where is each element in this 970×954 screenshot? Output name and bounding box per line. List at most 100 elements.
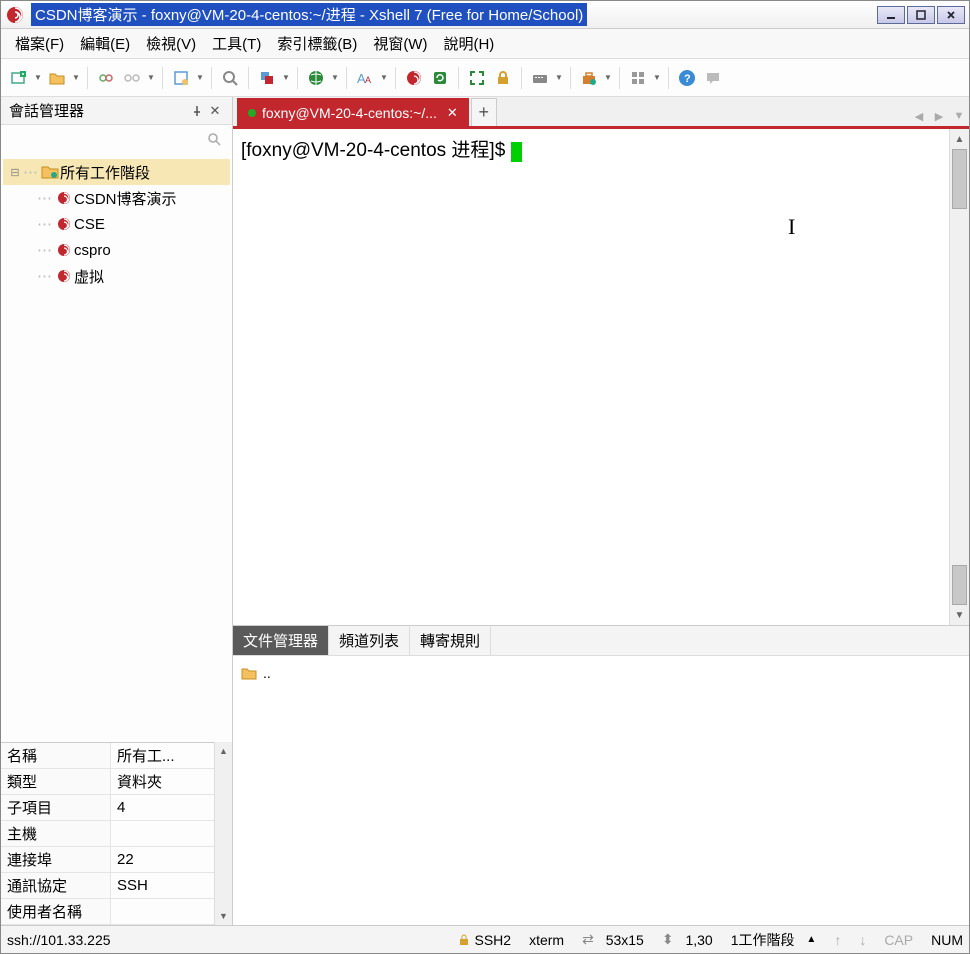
tab-prev-icon[interactable]: ◀: [909, 106, 929, 126]
dropdown-icon[interactable]: ▼: [71, 73, 81, 82]
collapse-icon[interactable]: ⊟: [7, 166, 23, 179]
tab-forwarding[interactable]: 轉寄規則: [410, 626, 491, 655]
dropdown-icon[interactable]: ▼: [195, 73, 205, 82]
pin-icon[interactable]: [188, 102, 206, 120]
dropdown-icon[interactable]: ▼: [146, 73, 156, 82]
dropdown-icon[interactable]: ▼: [379, 73, 389, 82]
font-icon[interactable]: AA: [353, 66, 377, 90]
session-tree[interactable]: ⊟ ⋯ 所有工作階段 ⋯ CSDN博客演示 ⋯ CSE ⋯ cspro: [1, 155, 232, 742]
window-title: CSDN博客演示 - foxny@VM-20-4-centos:~/进程 - X…: [31, 3, 587, 26]
text-cursor-icon: I: [788, 214, 795, 240]
copy-icon[interactable]: [255, 66, 279, 90]
dropdown-icon[interactable]: ▼: [603, 73, 613, 82]
tab-close-icon[interactable]: ✕: [447, 105, 458, 121]
scroll-down-icon[interactable]: ▼: [215, 907, 232, 925]
folder-icon: [40, 163, 60, 181]
menu-bookmarks[interactable]: 索引標籤(B): [269, 30, 365, 57]
new-session-icon[interactable]: [7, 66, 31, 90]
search-toolbar-icon[interactable]: [218, 66, 242, 90]
prop-value: 4: [111, 795, 214, 820]
svg-text:?: ?: [684, 73, 691, 85]
menu-window[interactable]: 視窗(W): [365, 30, 435, 57]
file-manager[interactable]: ..: [233, 655, 969, 925]
prop-value: SSH: [111, 873, 214, 898]
folder-icon: [241, 666, 257, 680]
lock-icon[interactable]: [491, 66, 515, 90]
file-name: ..: [263, 665, 271, 681]
new-tab-button[interactable]: +: [471, 98, 497, 126]
terminal[interactable]: [foxny@VM-20-4-centos 进程]$: [233, 129, 949, 625]
fullscreen-icon[interactable]: [465, 66, 489, 90]
tree-root[interactable]: ⊟ ⋯ 所有工作階段: [3, 159, 230, 185]
prop-row: 子項目4: [1, 795, 214, 821]
prop-value: 22: [111, 847, 214, 872]
chat-icon[interactable]: [701, 66, 725, 90]
menu-help[interactable]: 說明(H): [435, 30, 502, 57]
tab-menu-icon[interactable]: ▼: [949, 106, 969, 126]
tab-active-session[interactable]: foxny@VM-20-4-centos:~/... ✕: [237, 98, 469, 126]
menu-view[interactable]: 檢視(V): [138, 30, 204, 57]
search-icon[interactable]: [206, 131, 224, 149]
tab-label: foxny@VM-20-4-centos:~/...: [262, 105, 437, 121]
scroll-thumb[interactable]: [952, 149, 967, 209]
globe-icon[interactable]: [304, 66, 328, 90]
session-tabs: foxny@VM-20-4-centos:~/... ✕ + ◀ ▶ ▼: [233, 97, 969, 129]
tab-next-icon[interactable]: ▶: [929, 106, 949, 126]
session-item[interactable]: ⋯ 虚拟: [3, 263, 230, 289]
separator: [458, 67, 459, 89]
session-item[interactable]: ⋯ cspro: [3, 237, 230, 263]
status-down-icon: ↓: [859, 932, 866, 948]
properties-grid: 名稱所有工... 類型資料夾 子項目4 主機 連接埠22 通訊協定SSH 使用者…: [1, 742, 232, 925]
menu-tools[interactable]: 工具(T): [204, 30, 269, 57]
separator: [521, 67, 522, 89]
help-icon[interactable]: ?: [675, 66, 699, 90]
tab-file-manager[interactable]: 文件管理器: [233, 626, 329, 655]
menu-edit[interactable]: 編輯(E): [72, 30, 138, 57]
disconnect-icon[interactable]: [120, 66, 144, 90]
open-folder-icon[interactable]: [45, 66, 69, 90]
minimize-button[interactable]: [877, 6, 905, 24]
dropdown-icon[interactable]: ▼: [554, 73, 564, 82]
briefcase-icon[interactable]: [577, 66, 601, 90]
prop-row: 通訊協定SSH: [1, 873, 214, 899]
tab-channel-list[interactable]: 頻道列表: [329, 626, 410, 655]
link-icon[interactable]: [94, 66, 118, 90]
keyboard-icon[interactable]: [528, 66, 552, 90]
scroll-thumb[interactable]: [952, 565, 967, 605]
session-item[interactable]: ⋯ CSE: [3, 211, 230, 237]
properties-scrollbar[interactable]: ▲ ▼: [214, 742, 232, 925]
dropdown-icon[interactable]: ▼: [33, 73, 43, 82]
scroll-up-icon[interactable]: ▲: [950, 129, 969, 149]
lock-small-icon: [458, 934, 470, 946]
session-item[interactable]: ⋯ CSDN博客演示: [3, 185, 230, 211]
refresh-icon[interactable]: [428, 66, 452, 90]
file-up-row[interactable]: ..: [241, 662, 961, 684]
dropdown-icon[interactable]: ▼: [281, 73, 291, 82]
connection-status-icon: [248, 109, 256, 117]
panel-header: 會話管理器 ✕: [1, 97, 232, 125]
terminal-scrollbar[interactable]: ▲ ▼: [949, 129, 969, 625]
status-up-icon: ↑: [834, 932, 841, 948]
panel-close-icon[interactable]: ✕: [206, 102, 224, 120]
menubar: 檔案(F) 編輯(E) 檢視(V) 工具(T) 索引標籤(B) 視窗(W) 說明…: [1, 29, 969, 59]
separator: [395, 67, 396, 89]
prop-row: 連接埠22: [1, 847, 214, 873]
prop-row: 類型資料夾: [1, 769, 214, 795]
statusbar: ssh://101.33.225 SSH2 xterm ⇄ 53x15 ⬍ 1,…: [1, 925, 969, 953]
dropdown-icon[interactable]: ▼: [652, 73, 662, 82]
status-term-type: xterm: [529, 932, 564, 948]
status-sessions[interactable]: 1工作階段 ▲: [731, 930, 817, 950]
toolbar: ▼ ▼ ▼ ▼ ▼ ▼ AA ▼ ▼ ▼ ▼ ?: [1, 59, 969, 97]
grid-icon[interactable]: [626, 66, 650, 90]
properties-icon[interactable]: [169, 66, 193, 90]
scroll-down-icon[interactable]: ▼: [950, 605, 969, 625]
scroll-up-icon[interactable]: ▲: [215, 742, 232, 760]
menu-file[interactable]: 檔案(F): [7, 30, 72, 57]
swirl-red-icon[interactable]: [402, 66, 426, 90]
maximize-button[interactable]: [907, 6, 935, 24]
close-button[interactable]: [937, 6, 965, 24]
separator: [211, 67, 212, 89]
prop-key: 使用者名稱: [1, 899, 111, 924]
dropdown-icon[interactable]: ▼: [330, 73, 340, 82]
prop-row: 名稱所有工...: [1, 743, 214, 769]
